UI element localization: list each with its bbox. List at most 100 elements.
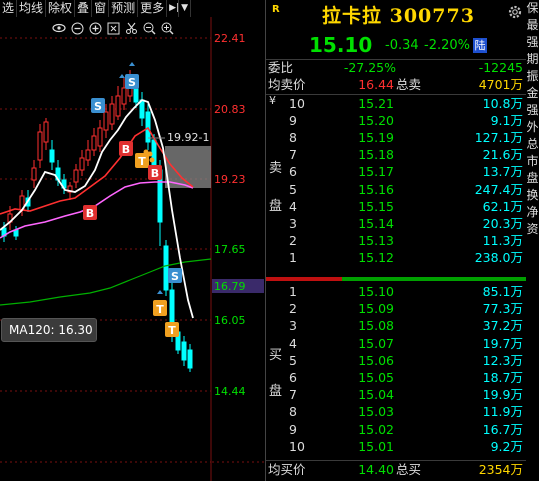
level-number: 9 xyxy=(289,113,297,129)
level-number: 3 xyxy=(289,318,297,334)
chart-icon-bar xyxy=(52,19,174,37)
kline-chart-panel[interactable]: 19.92-1 SSBTTBBSTT 22.41 20.83 19.23 17.… xyxy=(0,0,264,481)
buy-level-row[interactable]: 5 15.06 12.3万 xyxy=(266,353,526,369)
sell-level-row[interactable]: 4 15.15 62.1万 xyxy=(266,199,526,215)
avg-buy-price: 14.40 xyxy=(358,462,394,477)
dropdown-icon[interactable]: ▼ xyxy=(179,0,192,17)
level-volume: 37.2万 xyxy=(482,318,523,334)
bid-ask-ratio-bar xyxy=(266,277,526,281)
side-info-char: 净 xyxy=(526,205,539,219)
level-price: 15.21 xyxy=(358,96,394,111)
toolbar-window-button[interactable]: 窗 xyxy=(92,0,110,17)
candle-body xyxy=(49,149,55,163)
toolbar-select-button[interactable]: 选 xyxy=(0,0,18,17)
plus-icon[interactable] xyxy=(88,21,102,35)
sell-level-row[interactable]: 3 15.14 20.3万 xyxy=(266,216,526,232)
currency-sign: ¥ xyxy=(269,94,276,107)
side-info-column: 保最强期振金强外总市盘换净资 xyxy=(526,0,539,481)
rzrq-badge: R xyxy=(272,4,280,15)
level-price: 15.13 xyxy=(358,232,394,248)
buy-level-row[interactable]: 3 15.08 37.2万 xyxy=(266,318,526,334)
candle-body xyxy=(73,169,79,183)
quote-line: 15.10 -0.34 -2.20% 陆 xyxy=(266,33,526,57)
candle-body xyxy=(109,103,115,125)
signal-marker-label: B xyxy=(86,207,94,220)
current-price-tag: 16.79 xyxy=(214,280,246,293)
sell-level-row[interactable]: 7 15.18 21.6万 xyxy=(266,147,526,163)
toolbar-ma-button[interactable]: 均线 xyxy=(17,0,47,17)
candle-body xyxy=(163,245,169,291)
level-number: 7 xyxy=(289,147,297,163)
avg-sell-label: 均卖价 xyxy=(268,77,306,92)
level-volume: 247.4万 xyxy=(474,181,523,197)
candle-body xyxy=(121,87,127,105)
buy-level-row[interactable]: 7 15.04 19.9万 xyxy=(266,387,526,403)
sell-level-row[interactable]: 9 15.20 9.1万 xyxy=(266,113,526,129)
toolbar-overlay-button[interactable]: 叠 xyxy=(75,0,93,17)
toolbar-exright-button[interactable]: 除权 xyxy=(46,0,76,17)
weibi-pct: -27.25% xyxy=(343,60,396,75)
zoom-out-icon[interactable] xyxy=(142,21,156,35)
sell-level-row[interactable]: 5 15.16 247.4万 xyxy=(266,182,526,198)
level-volume: 21.6万 xyxy=(482,147,523,163)
side-info-char: 总 xyxy=(526,137,539,151)
level-number: 2 xyxy=(289,232,297,248)
level-number: 7 xyxy=(289,387,297,403)
candle-body xyxy=(139,99,145,119)
sell-level-row[interactable]: 10 15.21 10.8万 xyxy=(266,96,526,112)
level-volume: 16.7万 xyxy=(482,421,523,437)
level-volume: 11.3万 xyxy=(482,232,523,248)
level-volume: 13.7万 xyxy=(482,164,523,180)
buy-level-row[interactable]: 2 15.09 77.3万 xyxy=(266,301,526,317)
sell-level-row[interactable]: 1 15.12 238.0万 xyxy=(266,250,526,266)
level-volume: 77.3万 xyxy=(482,301,523,317)
price-level-label: 22.41 xyxy=(214,32,246,45)
play-icon[interactable]: ▶| xyxy=(167,0,180,17)
buy-level-row[interactable]: 10 15.01 9.2万 xyxy=(266,439,526,455)
side-info-char: 金 xyxy=(526,86,539,100)
buy-level-row[interactable]: 8 15.03 11.9万 xyxy=(266,404,526,420)
buy-level-row[interactable]: 6 15.05 18.7万 xyxy=(266,370,526,386)
level-number: 1 xyxy=(289,249,297,265)
level-price: 15.02 xyxy=(358,421,394,437)
level-volume: 9.2万 xyxy=(490,438,523,454)
buy-title-2: 盘 xyxy=(269,384,283,399)
last-price: 15.10 xyxy=(309,33,373,57)
buy-level-row[interactable]: 4 15.07 19.7万 xyxy=(266,336,526,352)
price-annotation: 19.92-1 xyxy=(167,131,209,144)
ma120-tooltip: MA120: 16.30 xyxy=(1,318,97,342)
minus-icon[interactable] xyxy=(70,21,84,35)
toolbar-forecast-button[interactable]: 预测 xyxy=(109,0,139,17)
buy-level-row[interactable]: 1 15.10 85.1万 xyxy=(266,284,526,300)
total-sell-label: 总卖 xyxy=(396,77,422,92)
kline-chart[interactable]: 19.92-1 SSBTTBBSTT 22.41 20.83 19.23 17.… xyxy=(0,0,264,481)
sell-level-row[interactable]: 6 15.17 13.7万 xyxy=(266,164,526,180)
expand-icon[interactable] xyxy=(106,21,120,35)
sell-level-row[interactable]: 8 15.19 127.1万 xyxy=(266,130,526,146)
gear-icon[interactable] xyxy=(507,4,523,20)
scissors-icon[interactable] xyxy=(124,21,138,35)
level-price: 15.15 xyxy=(358,198,394,214)
zoom-in-icon[interactable] xyxy=(160,21,174,35)
level-price: 15.08 xyxy=(358,318,394,334)
weibi-row: 委比 -27.25% -12245 xyxy=(266,60,526,76)
level-volume: 10.8万 xyxy=(482,96,523,111)
signal-marker-label: T xyxy=(138,155,146,168)
buy-level-row[interactable]: 9 15.02 16.7万 xyxy=(266,422,526,438)
weibi-label: 委比 xyxy=(268,60,294,75)
level-number: 4 xyxy=(289,335,297,351)
level-number: 4 xyxy=(289,198,297,214)
price-level-label: 19.23 xyxy=(214,173,246,186)
sell-title-1: 卖 xyxy=(269,161,283,176)
signal-arrow xyxy=(119,74,125,78)
level-number: 1 xyxy=(289,284,297,299)
level-volume: 20.3万 xyxy=(482,215,523,231)
stock-name-code[interactable]: 拉卡拉 300773 xyxy=(322,1,475,28)
sell-level-row[interactable]: 2 15.13 11.3万 xyxy=(266,233,526,249)
toolbar-more-button[interactable]: 更多 xyxy=(138,0,168,17)
level-volume: 127.1万 xyxy=(474,130,523,146)
level-volume: 19.7万 xyxy=(482,335,523,351)
level-price: 15.18 xyxy=(358,147,394,163)
side-info-char: 外 xyxy=(526,120,539,134)
eye-icon[interactable] xyxy=(52,21,66,35)
